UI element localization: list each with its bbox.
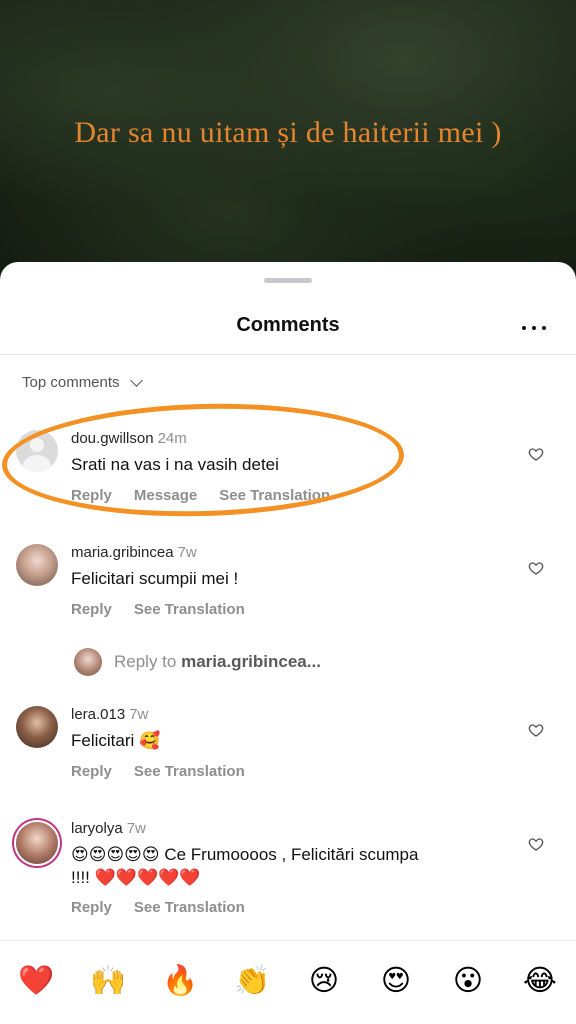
comments-sheet: Comments Top comments dou.gwillson 24m Sr… <box>0 262 576 1024</box>
reply-button[interactable]: Reply <box>71 601 112 618</box>
comment-text: Felicitari 🥰 <box>71 731 161 750</box>
avatar[interactable] <box>16 544 58 586</box>
comment-username[interactable]: maria.gribincea 7w <box>71 544 197 561</box>
avatar[interactable] <box>16 706 58 748</box>
heart-icon[interactable] <box>528 560 544 576</box>
see-translation-button[interactable]: See Translation <box>134 601 245 618</box>
comment-time: 7w <box>177 544 197 561</box>
bottom-strip <box>0 1018 576 1024</box>
surprised-emoji-button[interactable]: 😮 <box>448 963 488 997</box>
comment-username[interactable]: laryolya 7w <box>71 820 146 837</box>
more-options-icon[interactable] <box>522 325 546 331</box>
sheet-grabber-handle[interactable] <box>264 278 312 283</box>
emoji-reaction-bar: ❤️ 🙌 🔥 👏 😢 😍 😮 😂 <box>0 942 576 1018</box>
comment-text: 😍😍😍😍😍 Ce Frumoooos , Felicitări scumpa <box>71 845 419 864</box>
raised-hands-emoji-button[interactable]: 🙌 <box>88 963 128 998</box>
see-translation-button[interactable]: See Translation <box>134 899 245 916</box>
sort-dropdown[interactable]: Top comments <box>22 373 143 391</box>
sheet-title: Comments <box>236 314 340 336</box>
laughing-emoji-button[interactable]: 😂 <box>520 963 560 997</box>
header-divider <box>0 354 576 355</box>
comment-username[interactable]: lera.013 7w <box>71 706 148 723</box>
fire-emoji-button[interactable]: 🔥 <box>160 963 200 998</box>
sort-label: Top comments <box>22 374 120 391</box>
reply-button[interactable]: Reply <box>71 899 112 916</box>
emoji-bar-divider <box>0 940 576 941</box>
comment-time: 7w <box>129 706 149 723</box>
red-heart-emoji-button[interactable]: ❤️ <box>16 963 56 998</box>
reply-prefix: Reply to <box>114 652 182 671</box>
heart-icon[interactable] <box>528 446 544 462</box>
chevron-down-icon <box>129 373 143 387</box>
heart-icon[interactable] <box>528 722 544 738</box>
heart-icon[interactable] <box>528 836 544 852</box>
see-translation-button[interactable]: See Translation <box>134 763 245 780</box>
story-background <box>0 0 576 300</box>
comment-text: Felicitari scumpii mei ! <box>71 569 239 588</box>
heart-eyes-emoji-button[interactable]: 😍 <box>376 963 416 997</box>
highlight-circle-annotation <box>0 398 406 522</box>
comment-time: 7w <box>126 820 146 837</box>
avatar[interactable] <box>16 822 58 864</box>
avatar <box>74 648 102 676</box>
reply-target: maria.gribincea... <box>181 652 321 671</box>
reply-button[interactable]: Reply <box>71 763 112 780</box>
crying-emoji-button[interactable]: 😢 <box>304 963 344 997</box>
comment-text-line2: !!!! ❤️❤️❤️❤️❤️ <box>71 868 201 887</box>
clapping-emoji-button[interactable]: 👏 <box>232 963 272 998</box>
story-caption: Dar sa nu uitam și de haiterii mei ) <box>74 116 502 149</box>
reply-to-input[interactable]: Reply to maria.gribincea... <box>74 648 321 676</box>
